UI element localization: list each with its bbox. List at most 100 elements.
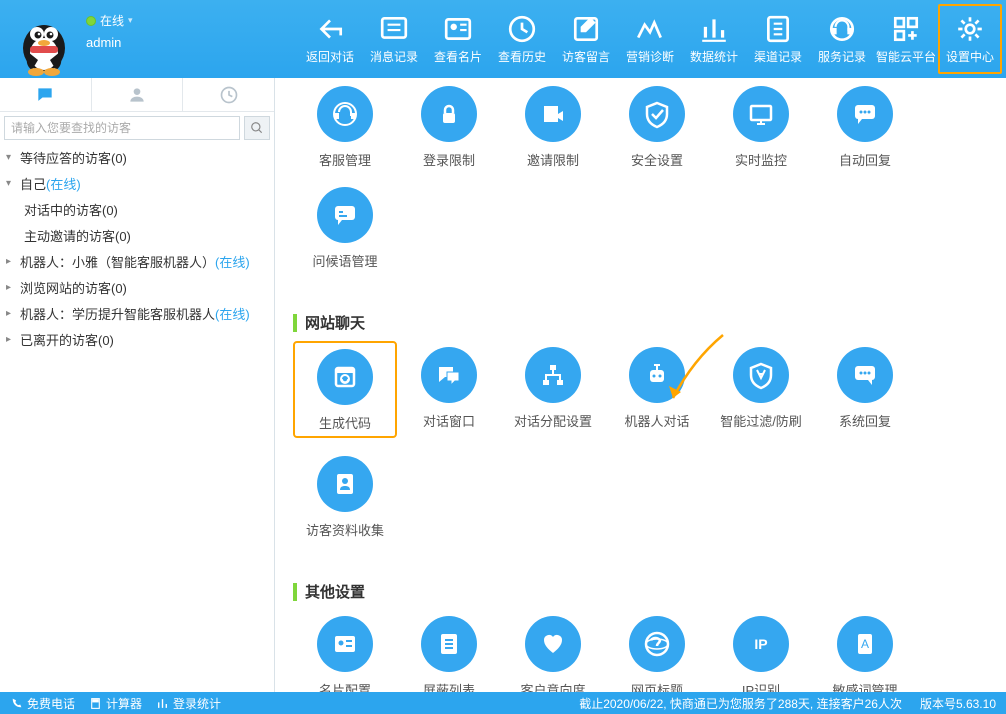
- svg-text:A: A: [861, 637, 869, 651]
- autoreply-icon: [837, 86, 893, 142]
- toolbar-label: 返回对话: [306, 48, 354, 65]
- toolbar-cloud[interactable]: 智能云平台: [874, 4, 938, 74]
- search-input[interactable]: [4, 116, 240, 140]
- grid-item-robotchat[interactable]: 机器人对话: [605, 347, 709, 438]
- diag-icon: [635, 14, 665, 44]
- tree-item[interactable]: ▾等待应答的访客(0): [0, 144, 274, 170]
- grid-label: 客服管理: [319, 150, 371, 169]
- grid-label: IP识别: [742, 680, 780, 692]
- grid-item-intent[interactable]: 客户意向度: [501, 616, 605, 692]
- history-icon: [507, 14, 537, 44]
- footer-tool[interactable]: 计算器: [89, 695, 142, 712]
- toolbar-settings[interactable]: 设置中心: [938, 4, 1002, 74]
- toolbar-label: 营销诊断: [626, 48, 674, 65]
- toolbar-card[interactable]: 查看名片: [426, 4, 490, 74]
- toolbar-diag[interactable]: 营销诊断: [618, 4, 682, 74]
- tree-item[interactable]: 主动邀请的访客(0): [0, 222, 274, 248]
- grid-label: 对话分配设置: [514, 411, 592, 430]
- grid-label: 对话窗口: [423, 411, 475, 430]
- toolbar-guestmsg[interactable]: 访客留言: [554, 4, 618, 74]
- caret-icon: ▸: [6, 282, 18, 293]
- tree-item[interactable]: 对话中的访客(0): [0, 196, 274, 222]
- grid-item-pagetitle[interactable]: 网页标题: [605, 616, 709, 692]
- blocklist-icon: [421, 616, 477, 672]
- tree-item[interactable]: ▾自己 (在线): [0, 170, 274, 196]
- back-icon: [315, 14, 345, 44]
- grid-item-invitelimit[interactable]: 邀请限制: [501, 86, 605, 169]
- msglog-icon: [379, 14, 409, 44]
- section-title: 网站聊天: [293, 312, 996, 333]
- monitor-icon: [733, 86, 789, 142]
- section-bar-icon: [293, 314, 297, 332]
- sysreply-icon: [837, 347, 893, 403]
- card-icon: [443, 14, 473, 44]
- grid-item-blocklist[interactable]: 屏蔽列表: [397, 616, 501, 692]
- online-dot-icon: [86, 16, 96, 26]
- grid-item-loginlimit[interactable]: 登录限制: [397, 86, 501, 169]
- ipid-icon: IP: [733, 616, 789, 672]
- tree-item[interactable]: ▸机器人：小雅（智能客服机器人）(在线): [0, 248, 274, 274]
- tree-item[interactable]: ▸机器人：学历提升智能客服机器人 (在线): [0, 300, 274, 326]
- toolbar-history[interactable]: 查看历史: [490, 4, 554, 74]
- status-indicator[interactable]: 在线 ▾: [86, 12, 133, 29]
- toolbar-label: 消息记录: [370, 48, 418, 65]
- grid-label: 自动回复: [839, 150, 891, 169]
- kefu-icon: [317, 86, 373, 142]
- toolbar-label: 查看历史: [498, 48, 546, 65]
- toolbar-label: 查看名片: [434, 48, 482, 65]
- invitelimit-icon: [525, 86, 581, 142]
- grid-item-sensitive[interactable]: A敏感词管理: [813, 616, 917, 692]
- toolbar-channel[interactable]: 渠道记录: [746, 4, 810, 74]
- grid-label: 安全设置: [631, 150, 683, 169]
- grid-item-gencode[interactable]: 生成代码: [293, 341, 397, 438]
- search-button[interactable]: [244, 116, 270, 140]
- greeting-icon: [317, 187, 373, 243]
- tree-item[interactable]: ▸浏览网站的访客(0): [0, 274, 274, 300]
- toolbar-stats[interactable]: 数据统计: [682, 4, 746, 74]
- settings-icon: [955, 14, 985, 44]
- caret-icon: ▸: [6, 256, 18, 267]
- grid-item-dispatch[interactable]: 对话分配设置: [501, 347, 605, 438]
- grid-label: 生成代码: [319, 413, 371, 432]
- sidebar-tab-chat[interactable]: [0, 78, 92, 111]
- toolbar-service[interactable]: 服务记录: [810, 4, 874, 74]
- toolbar-back[interactable]: 返回对话: [298, 4, 362, 74]
- footer-tool[interactable]: 免费电话: [10, 695, 75, 712]
- security-icon: [629, 86, 685, 142]
- section-bar-icon: [293, 583, 297, 601]
- grid-item-sysreply[interactable]: 系统回复: [813, 347, 917, 438]
- caret-icon: ▸: [6, 308, 18, 319]
- gencode-icon: [317, 349, 373, 405]
- grid-item-ipid[interactable]: IP IP识别: [709, 616, 813, 692]
- toolbar-label: 访客留言: [562, 48, 610, 65]
- cardcfg-icon: [317, 616, 373, 672]
- avatar[interactable]: [10, 10, 78, 78]
- toolbar-label: 设置中心: [946, 48, 994, 65]
- section-title: 其他设置: [293, 581, 996, 602]
- toolbar-msglog[interactable]: 消息记录: [362, 4, 426, 74]
- tree-item[interactable]: ▸已离开的访客(0): [0, 326, 274, 352]
- toolbar-label: 数据统计: [690, 48, 738, 65]
- grid-item-visitordata[interactable]: 访客资料收集: [293, 456, 397, 539]
- sidebar-tab-user[interactable]: [92, 78, 184, 111]
- caret-icon: ▾: [6, 178, 18, 189]
- footer-tool[interactable]: 登录统计: [156, 695, 221, 712]
- grid-label: 网页标题: [631, 680, 683, 692]
- sidebar-tab-clock[interactable]: [183, 78, 274, 111]
- grid-item-filter[interactable]: 智能过滤/防刷: [709, 347, 813, 438]
- footer-text: 版本号5.63.10: [920, 695, 996, 712]
- grid-item-monitor[interactable]: 实时监控: [709, 86, 813, 169]
- toolbar-label: 智能云平台: [876, 48, 936, 65]
- grid-item-chatwin[interactable]: 对话窗口: [397, 347, 501, 438]
- guestmsg-icon: [571, 14, 601, 44]
- grid-item-greeting[interactable]: 问候语管理: [293, 187, 397, 270]
- dispatch-icon: [525, 347, 581, 403]
- intent-icon: [525, 616, 581, 672]
- grid-label: 智能过滤/防刷: [720, 411, 802, 430]
- grid-item-security[interactable]: 安全设置: [605, 86, 709, 169]
- grid-item-autoreply[interactable]: 自动回复: [813, 86, 917, 169]
- stats-icon: [699, 14, 729, 44]
- grid-label: 系统回复: [839, 411, 891, 430]
- grid-item-kefu[interactable]: 客服管理: [293, 86, 397, 169]
- grid-item-cardcfg[interactable]: 名片配置: [293, 616, 397, 692]
